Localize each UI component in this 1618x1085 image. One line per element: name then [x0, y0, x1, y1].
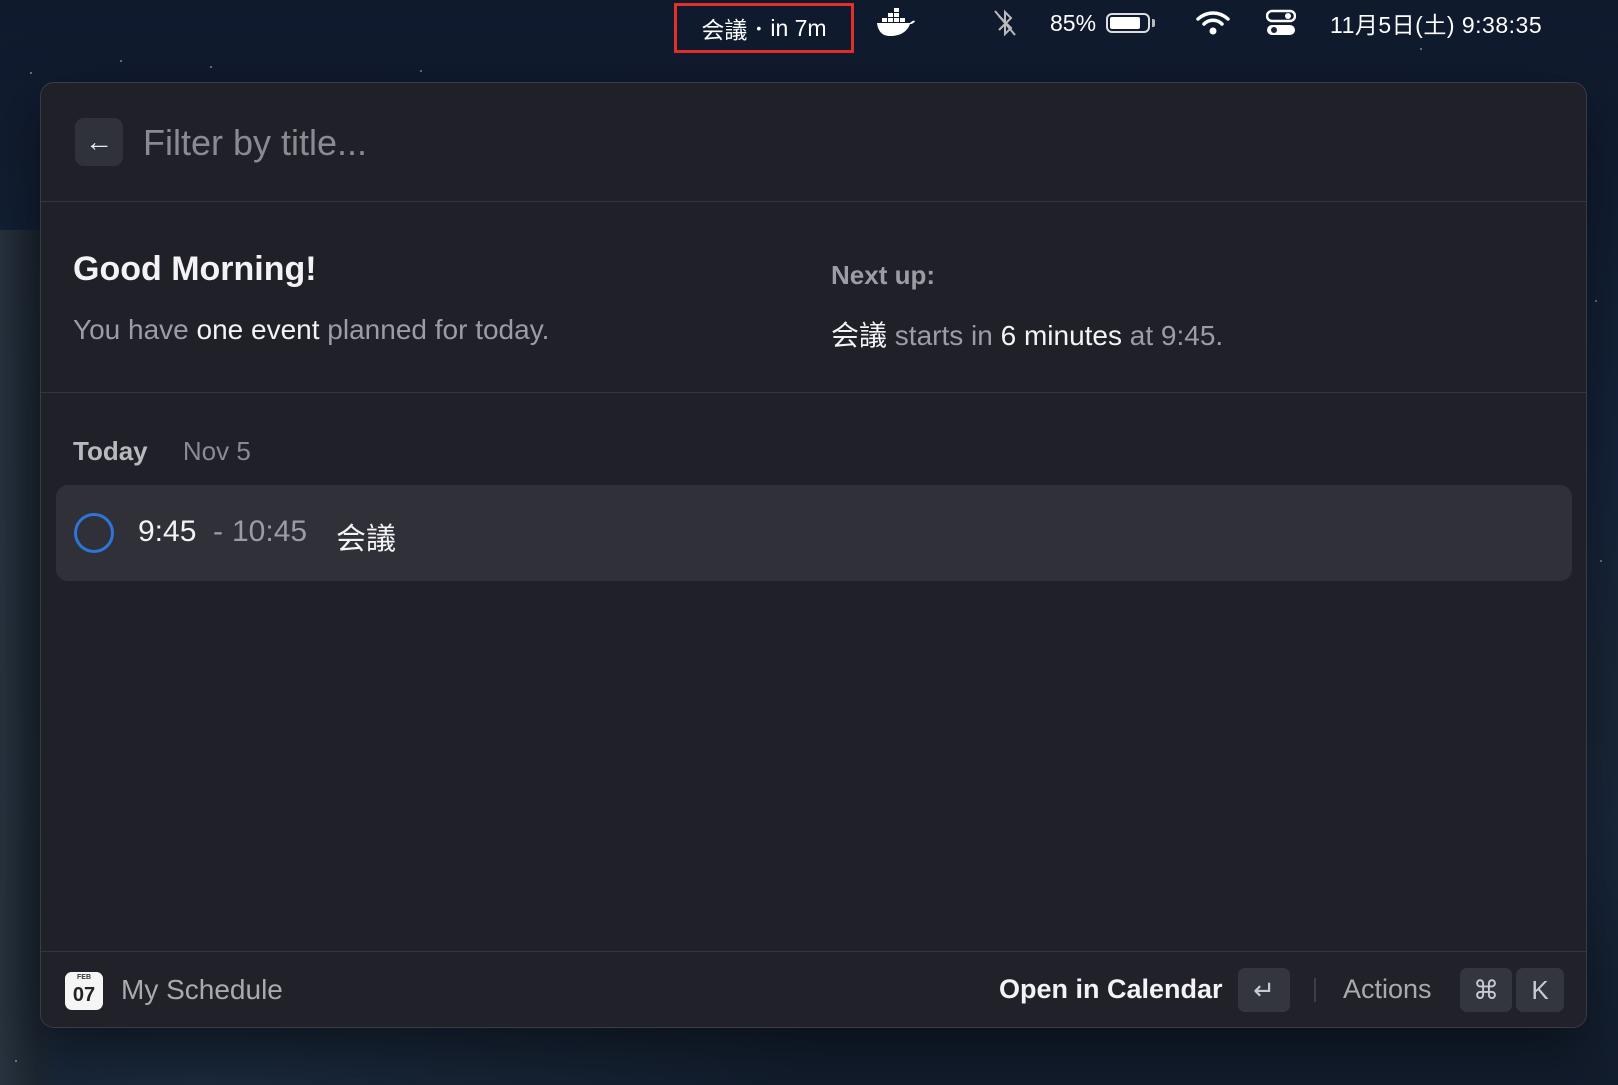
next-up-text: 会議 starts in 6 minutes at 9:45. [831, 314, 1223, 354]
enter-key-icon: ↵ [1238, 968, 1290, 1012]
battery-percent: 85% [1050, 9, 1097, 36]
command-key-icon: ⌘ [1460, 968, 1512, 1012]
menubar-next-event[interactable]: 会議 • in 7m [674, 3, 854, 53]
section-title: Today [73, 436, 148, 466]
summary-section: Good Morning! You have one event planned… [41, 202, 1586, 393]
filter-input[interactable] [141, 113, 1445, 173]
event-start-time: 9:45 [138, 515, 197, 548]
battery-tip [1152, 19, 1156, 27]
next-up-label: Next up: [831, 260, 935, 290]
section-date: Nov 5 [182, 436, 251, 466]
schedule-panel: ← Good Morning! You have one event plann… [40, 82, 1587, 1028]
control-center-icon[interactable] [1266, 0, 1296, 46]
event-end-time: 10:45 [232, 515, 308, 548]
docker-icon[interactable] [876, 0, 916, 46]
battery-icon [1106, 13, 1151, 33]
bluetooth-off-icon[interactable] [992, 0, 1018, 46]
event-time-separator: - [213, 515, 223, 548]
greeting-prefix: You have [73, 314, 197, 345]
back-button[interactable]: ← [75, 118, 123, 166]
menubar-clock[interactable]: 11月5日(土) 9:38:35 [1330, 0, 1542, 46]
event-status-circle-icon [74, 513, 114, 553]
battery-status[interactable]: 85% [1050, 0, 1156, 46]
event-title: 会議 [336, 523, 396, 556]
search-bar: ← [41, 83, 1586, 202]
greeting-event-count: one event [196, 314, 320, 345]
open-in-calendar-button[interactable]: Open in Calendar [999, 974, 1223, 1005]
next-time-until: 6 minutes [1000, 320, 1123, 351]
greeting-title: Good Morning! [73, 250, 317, 288]
menu-bar: 会議 • in 7m 85% 11月5日(土) 9:38:35 [0, 0, 1618, 53]
menubar-event-countdown: in 7m [770, 14, 827, 41]
calendar-icon-month: FEB [65, 972, 103, 983]
menubar-event-title: 会議 [701, 17, 748, 43]
greeting-text: You have one event planned for today. [73, 314, 549, 346]
next-event-title: 会議 [831, 320, 888, 351]
calendar-icon-day: 07 [72, 984, 96, 1006]
next-mid: starts in [887, 320, 1001, 351]
list-item[interactable]: 9:45 - 10:45 会議 [56, 485, 1572, 581]
footer-divider [1314, 978, 1316, 1002]
actions-button[interactable]: Actions [1343, 974, 1432, 1005]
next-at: at 9:45. [1122, 320, 1224, 351]
calendar-app-icon: FEB 07 [65, 972, 103, 1010]
menubar-event-separator: • [756, 20, 762, 36]
greeting-suffix: planned for today. [319, 314, 550, 345]
k-key-icon: K [1516, 968, 1564, 1012]
section-header: Today Nov 5 [73, 436, 251, 467]
footer-title: My Schedule [121, 974, 283, 1005]
action-bar: FEB 07 My Schedule Open in Calendar ↵ Ac… [41, 951, 1586, 1027]
wifi-icon[interactable] [1196, 0, 1230, 46]
arrow-left-icon: ← [85, 126, 113, 157]
